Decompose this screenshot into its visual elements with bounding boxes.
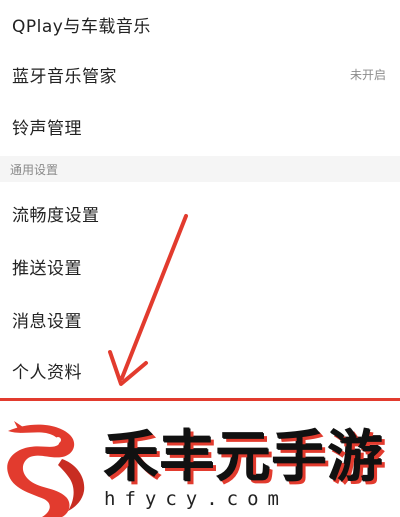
setting-label: 推送设置 — [12, 258, 82, 279]
setting-qplay-car-music[interactable]: QPlay与车载音乐 — [0, 0, 400, 48]
setting-smoothness[interactable]: 流畅度设置 — [0, 189, 400, 237]
section-header-general: 通用设置 — [0, 156, 400, 182]
setting-personal-profile[interactable]: 个人资料 — [0, 346, 400, 394]
setting-label: 个人资料 — [12, 362, 82, 383]
setting-push[interactable]: 推送设置 — [0, 242, 400, 290]
setting-label: 蓝牙音乐管家 — [12, 66, 117, 87]
watermark-banner: 禾丰元手游 hfycy.com — [0, 398, 400, 517]
setting-label: QPlay与车载音乐 — [12, 16, 151, 37]
setting-ringtone-management[interactable]: 铃声管理 — [0, 102, 400, 150]
watermark-brand-name: 禾丰元手游 — [104, 425, 385, 489]
watermark-url: hfycy.com — [104, 488, 288, 510]
dragon-logo-icon — [7, 421, 85, 517]
setting-bluetooth-music-manager[interactable]: 蓝牙音乐管家 未开启 — [0, 50, 400, 98]
setting-status-value: 未开启 — [349, 67, 386, 82]
setting-label: 铃声管理 — [12, 118, 82, 139]
setting-message[interactable]: 消息设置 — [0, 295, 400, 343]
section-title: 通用设置 — [10, 162, 59, 177]
setting-label: 流畅度设置 — [12, 205, 100, 226]
setting-label: 消息设置 — [12, 311, 82, 332]
